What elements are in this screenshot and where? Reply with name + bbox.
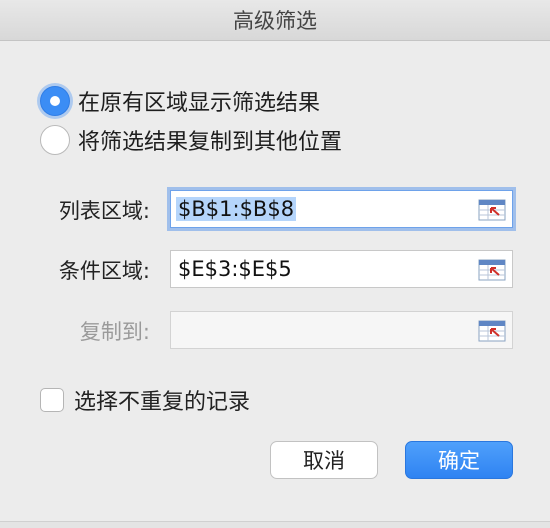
radio-copy-to[interactable]: 将筛选结果复制到其他位置 <box>40 124 342 156</box>
radio-copy-to-label: 将筛选结果复制到其他位置 <box>78 130 343 155</box>
bottom-edge <box>0 521 550 528</box>
radio-copy-to-button[interactable] <box>40 125 70 155</box>
unique-records-option[interactable]: 选择不重复的记录 <box>40 384 250 416</box>
list-range-input[interactable]: $B$1:$B$8 <box>170 190 513 228</box>
list-range-label: 列表区域: <box>58 199 150 223</box>
range-picker-icon[interactable] <box>478 199 506 221</box>
radio-in-place-button[interactable] <box>40 86 70 116</box>
radio-in-place[interactable]: 在原有区域显示筛选结果 <box>40 85 320 117</box>
range-picker-icon <box>478 320 506 342</box>
copy-to-input <box>170 311 513 349</box>
criteria-range-label: 条件区域: <box>58 259 150 283</box>
criteria-range-value: $E$3:$E$5 <box>178 257 292 281</box>
unique-records-label: 选择不重复的记录 <box>74 390 251 415</box>
list-range-value: $B$1:$B$8 <box>176 197 297 221</box>
range-picker-icon[interactable] <box>478 259 506 281</box>
unique-records-checkbox[interactable] <box>40 388 64 412</box>
ok-button[interactable]: 确定 <box>405 441 513 479</box>
cancel-button[interactable]: 取消 <box>270 441 378 479</box>
copy-to-label: 复制到: <box>79 320 150 344</box>
radio-in-place-label: 在原有区域显示筛选结果 <box>78 91 321 116</box>
criteria-range-input[interactable]: $E$3:$E$5 <box>170 250 513 288</box>
window-title-bar: 高级筛选 <box>0 0 550 41</box>
window-title: 高级筛选 <box>233 9 317 33</box>
